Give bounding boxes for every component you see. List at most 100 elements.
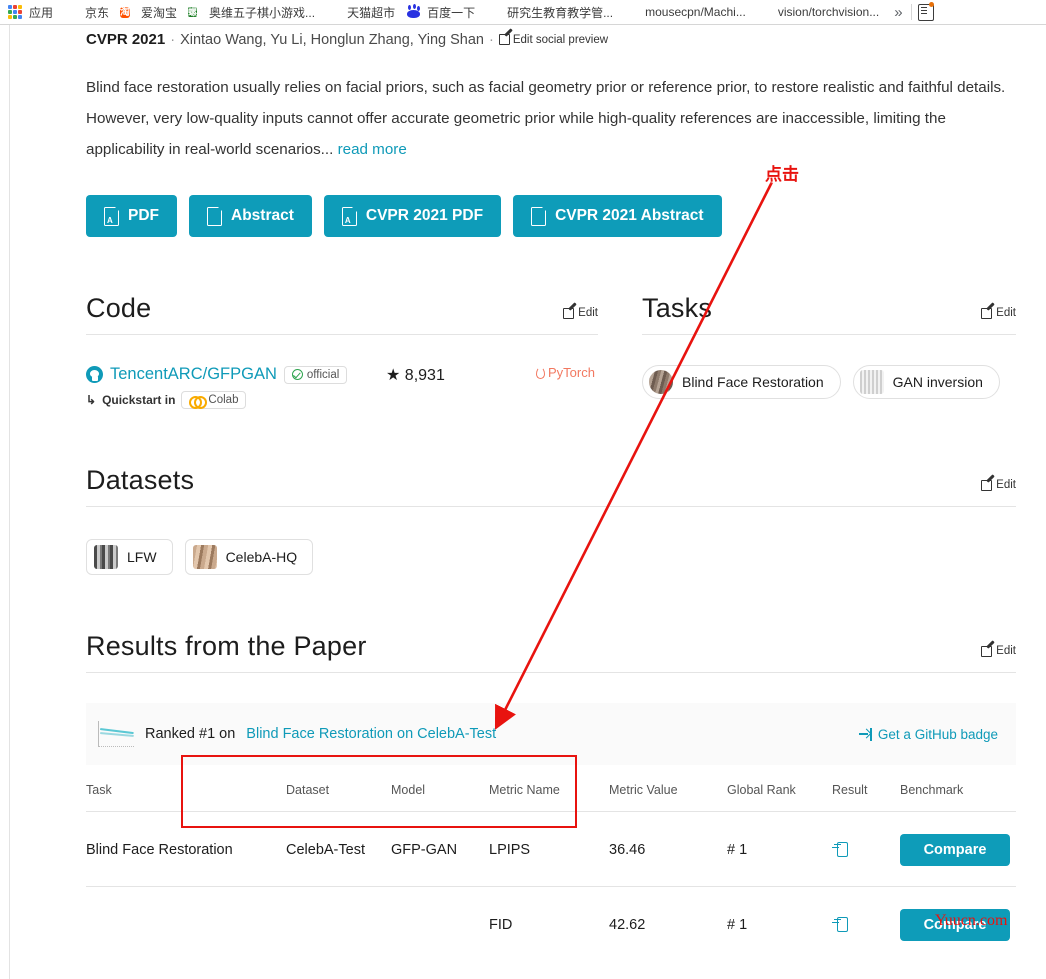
reading-list-icon[interactable] bbox=[917, 1, 934, 21]
code-section-header: Code Edit bbox=[86, 293, 598, 334]
cell-metric-value: 42.62 bbox=[609, 917, 646, 933]
bookmark-baidu[interactable]: 百度一下 bbox=[402, 2, 482, 23]
edit-social-preview-link[interactable]: Edit social preview bbox=[498, 34, 608, 46]
quickstart-line: ↳ Quickstart in Colab bbox=[86, 391, 386, 409]
github-icon bbox=[86, 366, 103, 383]
bars-thumbnail bbox=[859, 370, 884, 394]
results-section: Results from the Paper Edit Ranked #1 on… bbox=[86, 631, 1016, 961]
column-header-model: Model bbox=[391, 771, 489, 812]
ranked-text-group: Ranked #1 on Blind Face Restoration on C… bbox=[98, 721, 496, 747]
results-edit-link[interactable]: Edit bbox=[981, 645, 1016, 662]
colab-badge[interactable]: Colab bbox=[181, 391, 247, 409]
compare-button[interactable]: Compare bbox=[900, 834, 1010, 866]
cell-metric-name: LPIPS bbox=[489, 811, 609, 887]
cell-model bbox=[391, 887, 489, 962]
official-badge-label: official bbox=[306, 368, 340, 381]
bookmarks-overflow-button[interactable]: » bbox=[886, 4, 910, 21]
task-chip-label: GAN inversion bbox=[892, 374, 983, 390]
globe-icon bbox=[326, 4, 342, 20]
cvpr-pdf-button[interactable]: CVPR 2021 PDF bbox=[323, 195, 502, 237]
taobao-icon: 淘 bbox=[120, 7, 131, 18]
read-more-link[interactable]: read more bbox=[338, 141, 407, 158]
datasets-edit-link[interactable]: Edit bbox=[981, 479, 1016, 496]
datasets-section-title: Datasets bbox=[86, 465, 195, 495]
paper-authors: Xintao Wang, Yu Li, Honglun Zhang, Ying … bbox=[180, 31, 484, 48]
toolbar-divider bbox=[910, 4, 912, 20]
pencil-icon bbox=[981, 645, 993, 657]
results-section-header: Results from the Paper Edit bbox=[86, 631, 1016, 672]
code-and-tasks-row: Code Edit TencentARC/GFPGAN official ↳ Q… bbox=[86, 293, 1016, 409]
colab-badge-label: Colab bbox=[208, 394, 239, 406]
repo-link[interactable]: TencentARC/GFPGAN bbox=[110, 365, 277, 384]
abstract-button[interactable]: Abstract bbox=[189, 195, 312, 237]
globe-icon bbox=[486, 4, 502, 20]
tasks-section-title: Tasks bbox=[642, 293, 713, 323]
bookmark-torchvision-repo[interactable]: vision/torchvision... bbox=[753, 2, 886, 23]
tasks-section: Tasks Edit Blind Face Restoration GAN in… bbox=[642, 293, 1016, 409]
colab-icon bbox=[189, 395, 208, 409]
results-table: Task Dataset Model Metric Name Metric Va… bbox=[86, 771, 1016, 961]
results-section-title: Results from the Paper bbox=[86, 631, 367, 661]
pdf-button[interactable]: PDF bbox=[86, 195, 177, 237]
official-badge: official bbox=[283, 365, 348, 384]
task-chip-gan-inversion[interactable]: GAN inversion bbox=[852, 365, 1000, 399]
table-row: Blind Face Restoration CelebA-Test GFP-G… bbox=[86, 811, 1016, 887]
page-viewport: CVPR 2021 · Xintao Wang, Yu Li, Honglun … bbox=[0, 25, 1046, 979]
face-thumbnail bbox=[649, 370, 673, 394]
bookmark-label: 天猫超市 bbox=[347, 5, 396, 20]
cell-benchmark: Compare bbox=[900, 811, 1016, 887]
page-left-rail bbox=[0, 25, 10, 979]
result-link-icon[interactable] bbox=[832, 916, 848, 932]
paper-meta-line: CVPR 2021 · Xintao Wang, Yu Li, Honglun … bbox=[86, 25, 1016, 48]
code-section-title: Code bbox=[86, 293, 152, 323]
datasets-edit-label: Edit bbox=[996, 479, 1016, 491]
sparkline-chart-icon bbox=[98, 721, 134, 747]
lfw-thumbnail bbox=[94, 545, 118, 569]
file-icon bbox=[207, 205, 223, 226]
browser-bookmarks-bar: 应用 京东 淘 爱淘宝 螺 奥维五子棋小游戏... 天猫超市 百度一下 研究生教… bbox=[0, 0, 1046, 25]
bookmark-label: mousecpn/Machi... bbox=[645, 5, 746, 19]
result-link-icon[interactable] bbox=[832, 841, 848, 857]
bookmark-jingdong[interactable]: 京东 bbox=[60, 2, 116, 23]
pencil-icon bbox=[498, 34, 510, 45]
bookmark-taobao[interactable]: 淘 爱淘宝 bbox=[116, 2, 184, 23]
compare-button[interactable]: Compare bbox=[900, 909, 1010, 941]
dataset-chip-celeba-hq[interactable]: CelebA-HQ bbox=[184, 539, 314, 575]
code-section: Code Edit TencentARC/GFPGAN official ↳ Q… bbox=[86, 293, 598, 409]
ranked-benchmark-link[interactable]: Blind Face Restoration on CelebA-Test bbox=[246, 726, 496, 742]
tasks-edit-label: Edit bbox=[996, 307, 1016, 319]
repo-stars: ★ 8,931 bbox=[386, 365, 536, 385]
cvpr-abstract-button[interactable]: CVPR 2021 Abstract bbox=[513, 195, 722, 237]
get-github-badge-link[interactable]: Get a GitHub badge bbox=[858, 726, 998, 742]
celeba-thumbnail bbox=[192, 545, 217, 569]
cell-result bbox=[832, 811, 900, 887]
get-github-badge-label: Get a GitHub badge bbox=[877, 726, 998, 742]
task-chip-label: Blind Face Restoration bbox=[682, 374, 824, 390]
cell-task bbox=[86, 887, 286, 962]
paper-action-buttons: PDF Abstract CVPR 2021 PDF CVPR 2021 Abs… bbox=[86, 195, 1016, 237]
dataset-chip-lfw[interactable]: LFW bbox=[86, 539, 173, 575]
bookmark-graduate-education[interactable]: 研究生教育教学管... bbox=[482, 2, 620, 23]
code-edit-link[interactable]: Edit bbox=[563, 307, 598, 324]
column-header-benchmark: Benchmark bbox=[900, 771, 1016, 812]
column-header-metric-value: Metric Value bbox=[609, 771, 727, 812]
pencil-icon bbox=[563, 307, 575, 319]
table-row: FID 42.62 # 1 Compare bbox=[86, 887, 1016, 962]
task-chip-blind-face-restoration[interactable]: Blind Face Restoration bbox=[642, 365, 841, 399]
bookmark-gomoku-game[interactable]: 螺 奥维五子棋小游戏... bbox=[184, 2, 322, 23]
bookmark-tmall[interactable]: 天猫超市 bbox=[322, 2, 402, 23]
bookmark-mousecpn-repo[interactable]: mousecpn/Machi... bbox=[620, 2, 753, 23]
dataset-chip-list: LFW CelebA-HQ bbox=[86, 539, 1016, 575]
framework-badge: PyTorch bbox=[536, 365, 595, 380]
column-header-global-rank: Global Rank bbox=[727, 771, 832, 812]
tasks-edit-link[interactable]: Edit bbox=[981, 307, 1016, 324]
pdf-file-icon bbox=[104, 205, 120, 226]
pytorch-icon bbox=[536, 366, 545, 379]
bookmark-apps[interactable]: 应用 bbox=[4, 2, 60, 23]
datasets-section-divider bbox=[86, 506, 1016, 507]
dataset-chip-label: CelebA-HQ bbox=[225, 549, 298, 565]
bookmark-label: 爱淘宝 bbox=[141, 5, 178, 20]
bookmark-label: 研究生教育教学管... bbox=[507, 5, 614, 20]
bookmark-label: 应用 bbox=[29, 5, 54, 20]
dataset-chip-label: LFW bbox=[127, 549, 157, 565]
